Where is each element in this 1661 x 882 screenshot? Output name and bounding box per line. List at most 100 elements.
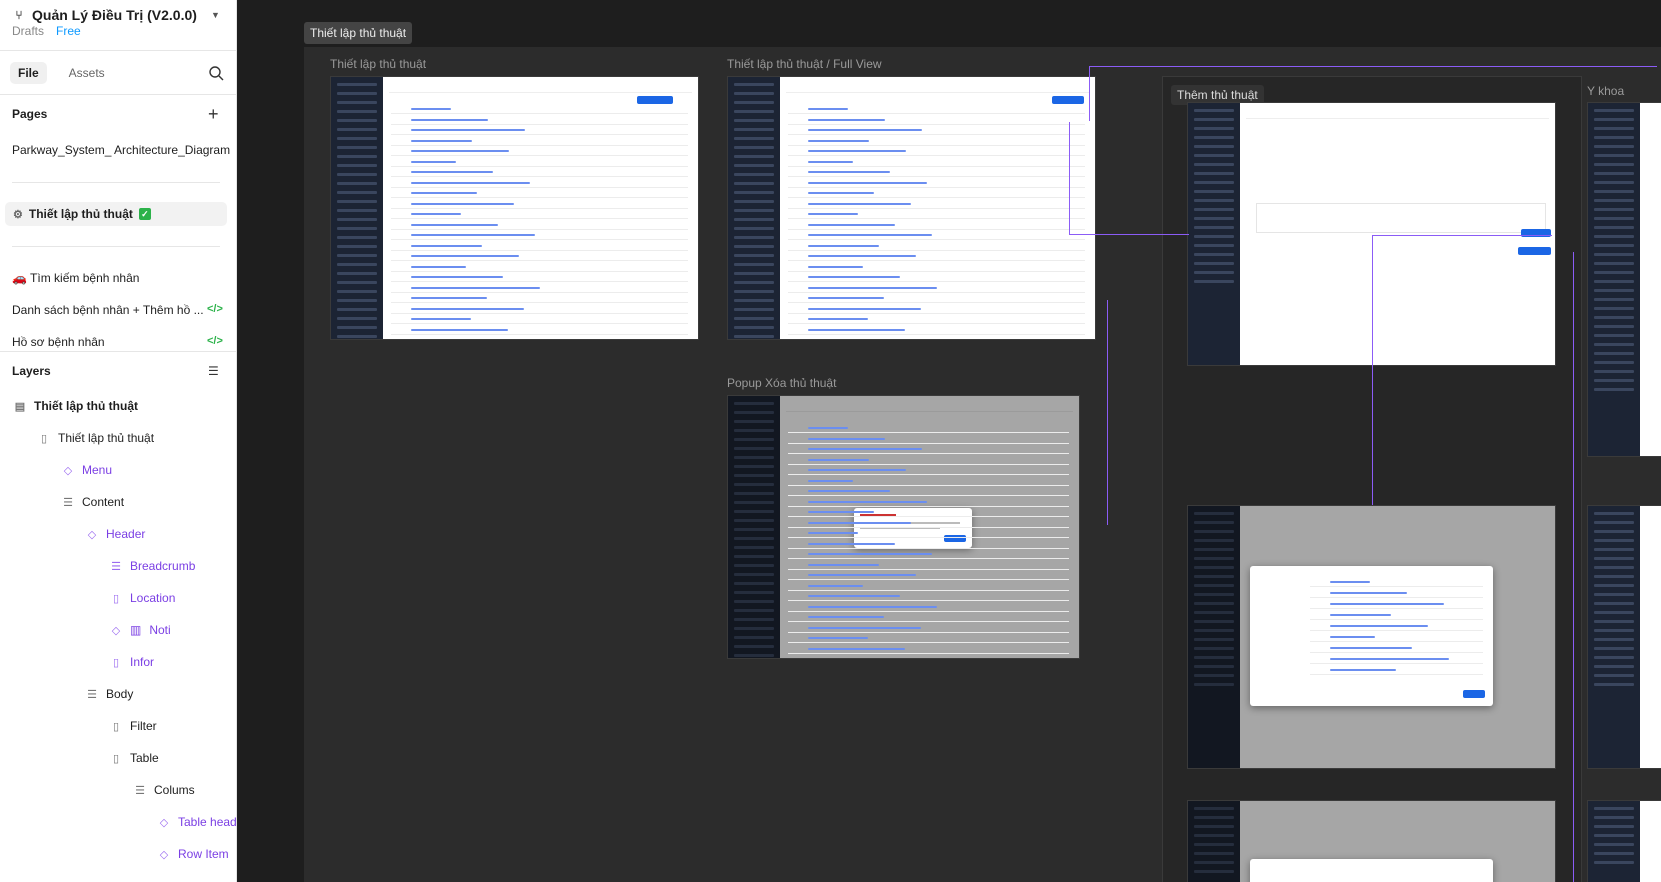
mini-link	[808, 150, 906, 152]
mini-row	[788, 270, 1085, 272]
mini-row	[391, 302, 688, 303]
mini-link	[808, 458, 869, 461]
page-item[interactable]: Danh sách bệnh nhân + Thêm hồ ...	[12, 303, 204, 317]
mini-button	[1518, 247, 1551, 255]
mini-row	[391, 218, 688, 219]
mini-row	[788, 463, 1069, 465]
layer-item[interactable]: ☰ Breadcrumb	[110, 559, 195, 573]
mini-row	[788, 579, 1069, 580]
mini-link	[808, 595, 900, 597]
mini-row	[788, 239, 1085, 240]
mini-row	[391, 197, 688, 198]
mini-link	[808, 553, 932, 555]
mini-link	[808, 328, 905, 331]
frame-full-view[interactable]	[727, 76, 1096, 340]
mini-link	[411, 171, 493, 173]
frame-ykhoa[interactable]	[1587, 102, 1661, 457]
mini-link	[1330, 669, 1396, 671]
mini-row	[1310, 586, 1483, 587]
layer-item[interactable]: ◇ Row Item	[158, 847, 229, 861]
add-page-icon[interactable]: +	[208, 105, 219, 123]
mini-link	[411, 108, 451, 110]
mini-row	[788, 442, 1069, 444]
mini-link	[411, 118, 488, 121]
frame-ykhoa-2[interactable]	[1587, 505, 1661, 769]
frame-popup[interactable]	[727, 395, 1080, 659]
page-item-selected[interactable]: ⚙ Thiết lập thủ thuật ✓	[5, 202, 227, 226]
mini-row	[788, 281, 1085, 282]
page-item[interactable]: 🚗 Tìm kiếm bệnh nhân	[12, 271, 139, 285]
mini-link	[808, 521, 911, 524]
mini-row	[788, 134, 1085, 135]
mini-link	[411, 286, 540, 289]
mini-link	[808, 213, 858, 215]
layer-item[interactable]: ▤ Thiết lập thủ thuật	[14, 399, 138, 413]
layer-item[interactable]: ☰ Colums	[134, 783, 195, 797]
mini-row	[788, 453, 1069, 454]
mini-link	[808, 276, 900, 278]
mini-row	[1310, 619, 1483, 620]
tab-file[interactable]: File	[10, 62, 47, 84]
plan-badge[interactable]: Free	[56, 24, 81, 38]
layer-item[interactable]: ◇ Header	[86, 527, 146, 541]
mini-row	[391, 312, 688, 314]
page-item[interactable]: Hồ sơ bệnh nhân	[12, 335, 105, 349]
layers-toggle-icon[interactable]: ☰	[208, 364, 219, 378]
mini-row	[788, 474, 1069, 475]
mini-row	[788, 526, 1069, 528]
page-item[interactable]: Parkway_System_ Architecture_Diagram	[12, 143, 230, 157]
mini-button	[1463, 690, 1485, 698]
frame-label[interactable]: Y khoa	[1587, 84, 1624, 98]
tab-assets[interactable]: Assets	[61, 62, 113, 84]
mini-sidebar	[1188, 103, 1240, 365]
mini-link	[1330, 592, 1407, 594]
mini-row	[1310, 630, 1483, 631]
mini-link	[1330, 603, 1444, 605]
canvas[interactable]: Thiết lập thủ thuật Thiết lập thủ thuật …	[237, 0, 1661, 882]
frame-icon: ▯	[112, 752, 120, 765]
mini-row	[788, 155, 1085, 156]
mini-row	[391, 270, 688, 272]
mini-link	[808, 223, 895, 226]
mini-row	[788, 144, 1085, 146]
layer-item[interactable]: ▯ Filter	[110, 719, 157, 733]
layer-item[interactable]: ▯ Thiết lập thủ thuật	[38, 431, 154, 445]
left-panel: ⑂ Quản Lý Điều Trị (V2.0.0) ▼ Drafts Fre…	[0, 0, 237, 882]
layer-item[interactable]: ▯ Location	[110, 591, 175, 605]
frame-ykhoa-3[interactable]	[1587, 800, 1661, 882]
mini-link	[808, 318, 868, 320]
mini-row	[391, 134, 688, 135]
prototype-connector	[1372, 235, 1552, 236]
layer-item[interactable]: ☰ Content	[62, 495, 124, 509]
gear-icon: ⚙	[13, 208, 23, 221]
frame-icon: ▯	[112, 592, 120, 605]
layer-item[interactable]: ☰ Body	[86, 687, 133, 701]
mini-link	[411, 255, 519, 257]
frame-add-modal[interactable]	[1187, 505, 1556, 769]
layer-item[interactable]: ◇ Menu	[62, 463, 112, 477]
mini-link	[411, 213, 461, 215]
frame-label[interactable]: Popup Xóa thủ thuật	[727, 376, 836, 390]
search-icon[interactable]	[208, 65, 224, 81]
layer-item[interactable]: ◇ Table head	[158, 815, 236, 829]
frame-main[interactable]	[330, 76, 699, 340]
frame-add-modal-2[interactable]	[1187, 800, 1556, 882]
mini-row	[391, 165, 688, 167]
mini-sidebar	[331, 77, 383, 339]
project-menu[interactable]: ⑂ Quản Lý Điều Trị (V2.0.0) ▼	[12, 4, 219, 26]
mini-link	[1330, 581, 1370, 583]
mini-row	[1310, 663, 1483, 664]
layer-item[interactable]: ◇ ▥ Noti	[110, 623, 171, 637]
mini-link	[411, 307, 524, 310]
mini-row	[391, 249, 688, 251]
divider	[0, 94, 236, 95]
mini-link	[808, 234, 932, 236]
layer-item[interactable]: ▯ Infor	[110, 655, 154, 669]
section-label[interactable]: Thiết lập thủ thuật	[304, 22, 413, 44]
frame-label[interactable]: Thiết lập thủ thuật	[330, 57, 426, 71]
mini-add-button	[637, 96, 673, 104]
drafts-link[interactable]: Drafts	[12, 24, 44, 38]
page-item-label: Thiết lập thủ thuật	[28, 207, 133, 221]
frame-label[interactable]: Thiết lập thủ thuật / Full View	[727, 57, 882, 71]
layer-item[interactable]: ▯ Table	[110, 751, 159, 765]
